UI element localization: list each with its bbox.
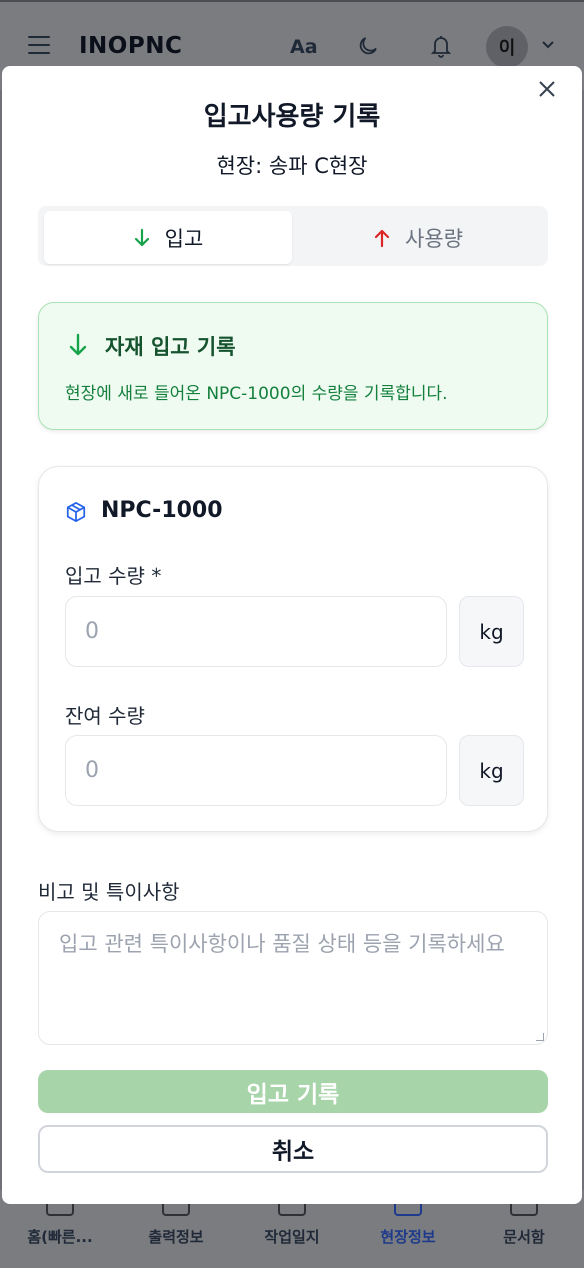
package-icon bbox=[66, 501, 86, 523]
info-banner: 자재 입고 기록 현장에 새로 들어온 NPC-1000의 수량을 기록합니다. bbox=[38, 302, 548, 430]
nav-label: 홈(빠른... bbox=[27, 1228, 93, 1246]
tab-inbound[interactable]: 입고 bbox=[44, 211, 292, 264]
remaining-unit: kg bbox=[459, 735, 524, 806]
modal-title: 입고사용량 기록 bbox=[203, 102, 381, 132]
arrow-down-icon bbox=[69, 333, 87, 356]
cancel-button[interactable]: 취소 bbox=[38, 1125, 548, 1173]
record-usage-modal: 입고사용량 기록 현장: 송파 C현장 입고 사용량 자재 입고 기록 현장에 … bbox=[2, 66, 582, 1204]
avatar[interactable]: 이 bbox=[486, 26, 528, 68]
resize-handle[interactable] bbox=[536, 1033, 544, 1041]
notes-textarea[interactable]: 입고 관련 특이사항이나 품질 상태 등을 기록하세요 bbox=[38, 911, 548, 1045]
nav-label: 문서함 bbox=[503, 1228, 545, 1246]
remaining-quantity-input[interactable]: 0 bbox=[65, 735, 447, 806]
moon-icon[interactable] bbox=[356, 34, 380, 58]
remaining-quantity-label: 잔여 수량 bbox=[65, 704, 145, 728]
mode-tabs: 입고 사용량 bbox=[38, 206, 548, 266]
nav-label: 출력정보 bbox=[148, 1228, 204, 1246]
material-name: NPC-1000 bbox=[101, 498, 223, 523]
arrow-down-icon bbox=[134, 228, 149, 246]
info-description: 현장에 새로 들어온 NPC-1000의 수량을 기록합니다. bbox=[65, 384, 448, 404]
info-title: 자재 입고 기록 bbox=[105, 335, 236, 359]
arrow-up-icon bbox=[374, 229, 390, 247]
site-subtitle: 현장: 송파 C현장 bbox=[216, 154, 368, 178]
inbound-quantity-input[interactable]: 0 bbox=[65, 596, 447, 667]
bell-icon[interactable] bbox=[429, 33, 453, 59]
submit-inbound-button[interactable]: 입고 기록 bbox=[38, 1070, 548, 1113]
tab-label: 사용량 bbox=[405, 226, 463, 251]
tab-label: 입고 bbox=[164, 226, 204, 251]
brand-logo[interactable]: INOPNC bbox=[79, 33, 182, 59]
notes-label: 비고 및 특이사항 bbox=[38, 880, 180, 904]
inbound-quantity-label: 입고 수량 * bbox=[65, 564, 162, 588]
notes-placeholder: 입고 관련 특이사항이나 품질 상태 등을 기록하세요 bbox=[59, 932, 505, 956]
chevron-down-icon[interactable] bbox=[541, 40, 555, 50]
font-size-toggle[interactable]: Aa bbox=[290, 36, 318, 58]
tab-usage[interactable]: 사용량 bbox=[294, 211, 542, 264]
nav-label: 작업일지 bbox=[264, 1228, 320, 1246]
material-card: NPC-1000 입고 수량 * 0 kg 잔여 수량 0 kg bbox=[38, 466, 548, 832]
inbound-unit: kg bbox=[459, 596, 524, 667]
menu-icon[interactable] bbox=[28, 36, 50, 54]
nav-label: 현장정보 bbox=[380, 1228, 436, 1246]
